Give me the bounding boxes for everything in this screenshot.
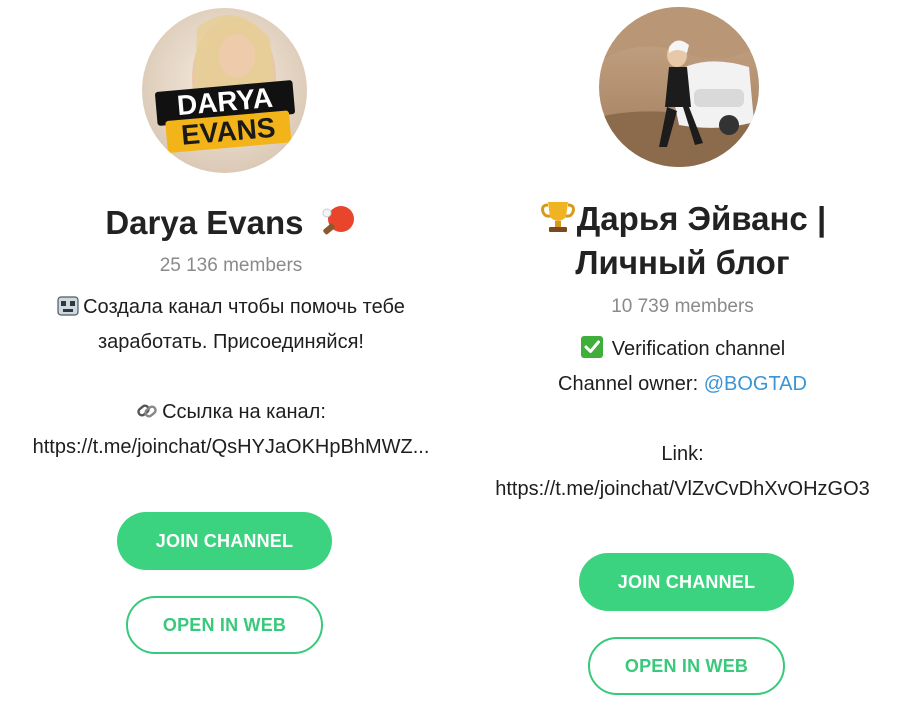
avatar: DARYA EVANS: [142, 8, 307, 173]
avatar: [599, 7, 759, 167]
ping-pong-icon: [319, 204, 357, 238]
channel-name: Darya Evans: [0, 201, 462, 245]
check-mark-icon: [580, 335, 604, 359]
channel-description: Создала канал чтобы помочь тебе заработа…: [0, 290, 462, 360]
robot-face-icon: [57, 294, 79, 316]
channel-link-block: Link: https://t.me/joinchat/VlZvCvDhXvOH…: [462, 437, 903, 507]
join-channel-button[interactable]: JOIN CHANNEL: [579, 553, 794, 611]
link-chain-icon: [136, 399, 158, 421]
member-count: 10 739 members: [611, 296, 754, 317]
owner-handle-link[interactable]: @BOGTAD: [704, 373, 807, 395]
open-in-web-button[interactable]: OPEN IN WEB: [126, 596, 323, 654]
trophy-icon: [539, 199, 577, 235]
open-in-web-button[interactable]: OPEN IN WEB: [588, 637, 785, 695]
member-count: 25 136 members: [159, 255, 303, 276]
page: DARYA EVANS Darya Evans 25 136 members С…: [0, 0, 903, 701]
channel-name: Дарья Эйванс | Личный блог: [462, 197, 903, 285]
join-channel-button[interactable]: JOIN CHANNEL: [117, 512, 332, 570]
channel-link-url[interactable]: https://t.me/joinchat/VlZvCvDhXvOHzGO3: [462, 472, 903, 507]
channel-description: Verification channel Channel owner: @BOG…: [462, 332, 903, 402]
channel-link-block: Ссылка на канал: https://t.me/joinchat/Q…: [0, 395, 462, 465]
channel-link-url[interactable]: https://t.me/joinchat/QsHYJaOKHpBhMWZ...: [0, 430, 462, 465]
